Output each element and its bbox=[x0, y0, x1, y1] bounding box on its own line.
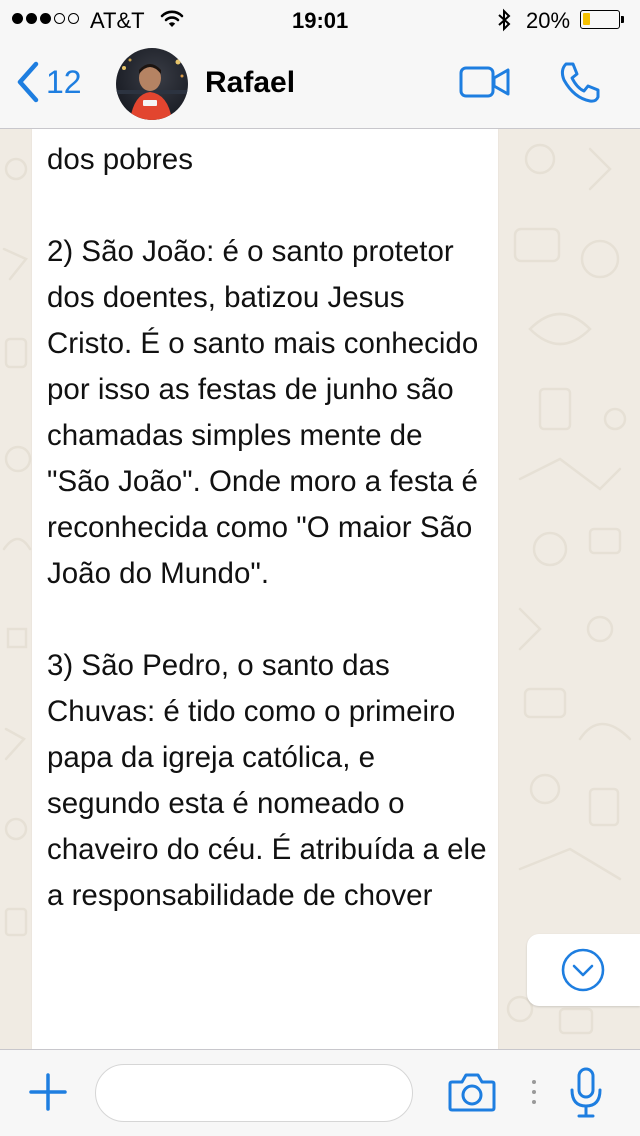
video-call-button[interactable] bbox=[458, 64, 512, 105]
input-bar bbox=[0, 1049, 640, 1136]
scroll-down-button[interactable] bbox=[527, 934, 640, 1006]
nav-bar: 12 Rafael bbox=[0, 40, 640, 129]
clock: 19:01 bbox=[292, 8, 349, 33]
message-input[interactable] bbox=[95, 1064, 413, 1122]
message-bubble[interactable]: dos pobres 2) São João: é o santo protet… bbox=[32, 129, 498, 1049]
message-text: dos pobres 2) São João: é o santo protet… bbox=[47, 143, 487, 912]
chat-screen: AT&T 19:01 20% 12 Rafael dos pobres 2) S… bbox=[0, 0, 640, 1136]
phone-icon bbox=[560, 62, 600, 103]
contact-name[interactable]: Rafael bbox=[205, 66, 295, 100]
vertical-dots-icon bbox=[532, 1080, 536, 1104]
back-button[interactable]: 12 bbox=[14, 60, 82, 104]
camera-icon bbox=[448, 1073, 496, 1112]
wifi-icon bbox=[160, 9, 184, 35]
attach-button[interactable] bbox=[28, 1072, 68, 1117]
voice-call-button[interactable] bbox=[556, 58, 604, 111]
video-camera-icon bbox=[459, 66, 510, 98]
bluetooth-icon bbox=[496, 8, 512, 38]
plus-icon bbox=[29, 1073, 67, 1111]
camera-button[interactable] bbox=[448, 1071, 496, 1118]
battery-percent: 20% bbox=[526, 8, 571, 33]
microphone-button[interactable] bbox=[568, 1066, 604, 1125]
status-bar: AT&T 19:01 20% bbox=[0, 0, 640, 40]
chat-area[interactable]: dos pobres 2) São João: é o santo protet… bbox=[0, 129, 640, 1049]
chevron-left-icon bbox=[17, 61, 39, 103]
carrier-label: AT&T bbox=[90, 8, 145, 33]
battery-icon bbox=[580, 10, 624, 29]
back-count: 12 bbox=[46, 63, 82, 100]
signal-strength-icon bbox=[12, 13, 79, 24]
microphone-icon bbox=[570, 1067, 602, 1118]
chevron-down-circle-icon bbox=[561, 948, 605, 992]
avatar[interactable] bbox=[116, 48, 188, 120]
